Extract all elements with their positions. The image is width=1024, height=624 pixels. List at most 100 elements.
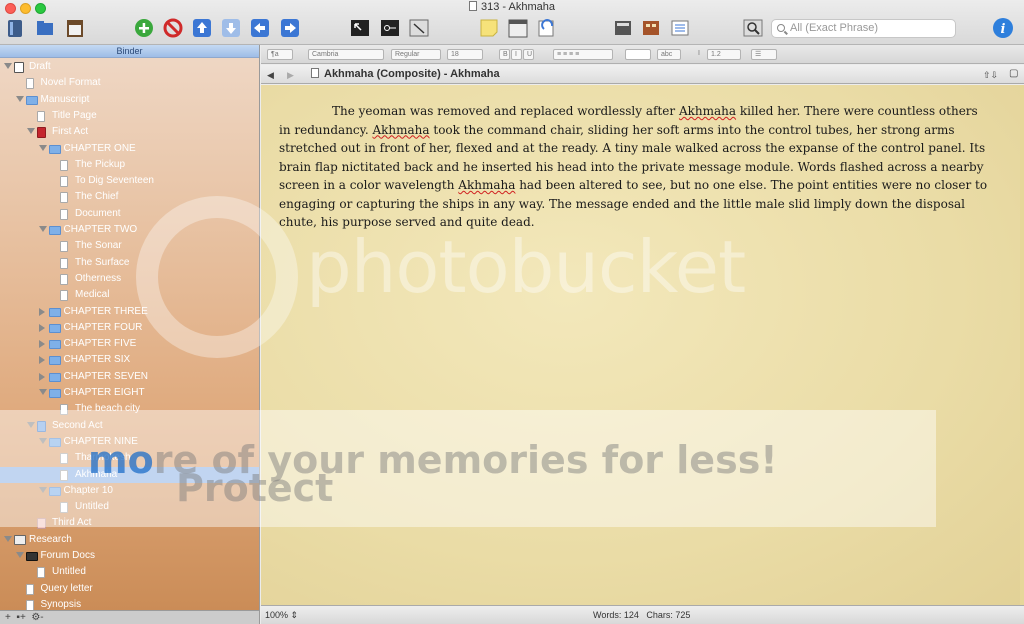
misspelled-word[interactable]: Akhmaha <box>372 123 429 137</box>
page-icon <box>60 176 68 188</box>
outline-view-icon[interactable] <box>669 17 691 39</box>
binder-item[interactable]: Research <box>0 532 259 548</box>
binder-item[interactable]: CHAPTER SEVEN <box>0 369 259 385</box>
disclosure-open-icon[interactable] <box>15 95 24 102</box>
disclosure-open-icon[interactable] <box>38 389 47 395</box>
binder-item[interactable]: Draft <box>0 59 259 75</box>
header-nav-arrows[interactable]: ⇧⇩ <box>983 70 998 81</box>
binder-item-label: CHAPTER ONE <box>63 142 136 154</box>
search-icon[interactable] <box>742 17 764 39</box>
page-icon <box>60 273 68 285</box>
banner-mid: mo <box>88 438 154 482</box>
binder-item[interactable]: Manuscript <box>0 92 259 108</box>
binder-item-label: To Dig Seventeen <box>75 175 154 187</box>
editor-paragraph[interactable]: The yeoman was removed and replaced word… <box>279 102 991 232</box>
binder-item-label: CHAPTER THREE <box>63 305 148 317</box>
darkfolder-icon <box>25 552 38 561</box>
split-icon[interactable] <box>408 17 430 39</box>
line-spacing-dropdown[interactable]: 1.2 <box>707 49 741 60</box>
page-icon <box>25 78 34 90</box>
move-up-icon[interactable] <box>191 17 213 39</box>
keywords-icon[interactable] <box>379 17 401 39</box>
zoom-dropdown[interactable]: 100% ⇕ <box>265 610 298 621</box>
page-icon <box>60 241 68 253</box>
disclosure-open-icon[interactable] <box>4 63 12 69</box>
corkboard-icon[interactable] <box>507 17 529 39</box>
binder-item-label: The Chief <box>75 191 119 203</box>
misspelled-word[interactable]: Akhmaha <box>679 104 736 118</box>
underline-button[interactable]: U <box>523 49 534 60</box>
paragraph-style-dropdown[interactable]: ¶a <box>267 49 293 60</box>
disclosure-open-icon[interactable] <box>27 128 35 135</box>
scriv-icon <box>14 62 24 73</box>
binder-icon[interactable] <box>4 17 26 39</box>
disclosure-open-icon[interactable] <box>38 144 47 151</box>
binder-item-label: CHAPTER TWO <box>63 224 138 235</box>
binder-item[interactable]: First Act <box>0 124 259 140</box>
bold-button[interactable]: B <box>499 49 510 60</box>
forward-arrow-icon[interactable]: ▶ <box>287 70 294 81</box>
disclosure-open-icon[interactable] <box>38 226 47 232</box>
italic-button[interactable]: I <box>511 49 522 60</box>
disclosure-closed-icon[interactable] <box>38 307 45 316</box>
move-right-icon[interactable] <box>279 17 301 39</box>
font-family-dropdown[interactable]: Cambria <box>308 49 384 60</box>
binder-item[interactable]: CHAPTER EIGHT <box>0 385 259 401</box>
highlight-dropdown[interactable]: abc <box>657 49 681 60</box>
text-color-swatch[interactable] <box>625 49 651 60</box>
corkboard-view-icon[interactable] <box>640 17 662 39</box>
disclosure-open-icon[interactable] <box>4 535 12 542</box>
binder-item[interactable]: Novel Format <box>0 75 259 91</box>
move-left-icon[interactable] <box>249 17 271 39</box>
binder-item[interactable]: Title Page <box>0 108 259 124</box>
disclosure-closed-icon[interactable] <box>38 323 45 332</box>
binder-item[interactable]: CHAPTER ONE <box>0 141 259 157</box>
binder-footer: + ▪+ ⚙- <box>0 610 259 624</box>
binder-item-label: First Act <box>52 126 89 138</box>
split-view-icon[interactable]: ▢ <box>1009 68 1018 79</box>
folder-icon <box>25 95 38 105</box>
back-arrow-icon[interactable]: ◀ <box>267 70 274 81</box>
document-icon <box>311 68 319 78</box>
page-icon <box>37 110 45 122</box>
composition-icon[interactable] <box>349 17 371 39</box>
add-icon[interactable] <box>133 17 155 39</box>
move-down-icon[interactable] <box>220 17 242 39</box>
alignment-buttons[interactable]: ≡ ≡ ≡ ≡ <box>553 49 613 60</box>
search-placeholder: All (Exact Phrase) <box>790 22 879 34</box>
page-icon <box>25 583 34 595</box>
page-icon <box>60 257 68 269</box>
title-toolbar: 313 - Akhmaha All (Exact Phrase) i <box>0 0 1024 45</box>
misspelled-word[interactable]: Akhmaha <box>458 178 515 192</box>
research-icon <box>14 534 26 545</box>
inspector-icon[interactable] <box>64 17 86 39</box>
binder-item[interactable]: The Pickup <box>0 157 259 173</box>
font-size-dropdown[interactable]: 18 <box>447 49 483 60</box>
editor-header-title[interactable]: Akhmaha (Composite) - Akhmaha <box>311 68 500 80</box>
magnifier-icon <box>777 24 785 32</box>
collections-icon[interactable] <box>34 17 56 39</box>
binder-item-label: Novel Format <box>40 77 101 89</box>
binder-item[interactable]: To Dig Seventeen <box>0 173 259 189</box>
binder-item[interactable]: Query letter <box>0 581 259 597</box>
font-style-dropdown[interactable]: Regular <box>391 49 441 60</box>
disclosure-closed-icon[interactable] <box>38 340 45 349</box>
binder-item[interactable]: Untitled <box>0 564 259 580</box>
info-icon[interactable]: i <box>992 17 1014 39</box>
binder-item[interactable]: Forum Docs <box>0 548 259 564</box>
disclosure-closed-icon[interactable] <box>38 372 45 381</box>
disclosure-closed-icon[interactable] <box>38 356 45 365</box>
search-input[interactable]: All (Exact Phrase) <box>771 19 956 38</box>
scrivenings-icon[interactable] <box>612 17 634 39</box>
page-icon <box>60 192 68 204</box>
folder-icon <box>48 372 61 382</box>
list-style-dropdown[interactable]: ☰ <box>751 49 777 60</box>
page-icon <box>60 159 68 171</box>
editor-text-area[interactable]: The yeoman was removed and replaced word… <box>261 85 1024 605</box>
binder-item-label: Untitled <box>52 566 86 578</box>
disclosure-open-icon[interactable] <box>15 552 24 558</box>
note-icon[interactable] <box>478 17 500 39</box>
svg-text:i: i <box>1001 22 1006 37</box>
outliner-icon[interactable] <box>536 17 558 39</box>
delete-icon[interactable] <box>162 17 184 39</box>
